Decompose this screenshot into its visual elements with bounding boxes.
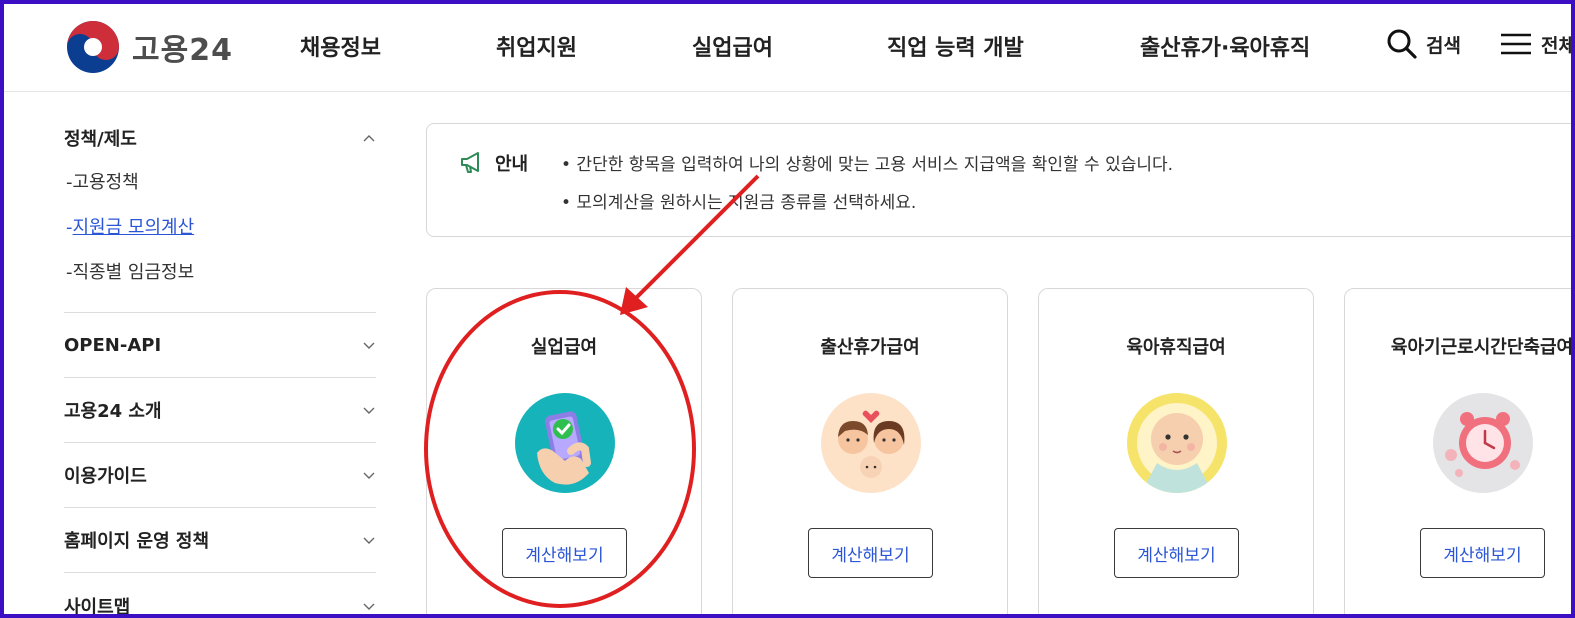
- card-title: 육아휴직급여: [1126, 337, 1226, 358]
- chevron-down-icon: [363, 603, 375, 610]
- screenshot-frame: 고용24 채용정보 취업지원 실업급여 직업 능력 개발 출산휴가·육아휴직 검…: [0, 0, 1575, 618]
- sidebar: 정책/제도 -고용정책 -지원금 모의계산 -직종별 임금정보 OPEN-API…: [64, 116, 376, 618]
- chevron-down-icon: [363, 472, 375, 479]
- nav-item-employment-support[interactable]: 취업지원: [496, 30, 577, 62]
- sidebar-group-policy[interactable]: 정책/제도: [64, 116, 376, 160]
- family-icon: [821, 393, 921, 493]
- notice-box: 안내 • 간단한 항목을 입력하여 나의 상황에 맞는 고용 서비스 지급액을 …: [426, 123, 1571, 237]
- chevron-up-icon: [363, 135, 375, 142]
- notice-header: 안내: [459, 150, 528, 176]
- sub-label: 지원금 모의계산: [72, 217, 195, 238]
- calculate-button[interactable]: 계산해보기: [1114, 528, 1239, 578]
- sidebar-item-label: 고용24 소개: [64, 401, 162, 422]
- card-reduced-hours-benefit: 육아기근로시간단축급여 계산해보기: [1344, 288, 1574, 614]
- card-title: 육아기근로시간단축급여: [1390, 337, 1574, 358]
- sidebar-sub-subsidy-calculator[interactable]: -지원금 모의계산: [64, 205, 376, 250]
- nav-item-parental-leave[interactable]: 출산휴가·육아휴직: [1140, 30, 1310, 62]
- all-menu-label: 전체: [1541, 34, 1575, 57]
- card-maternity-benefit: 출산휴가급여 계산해보기: [732, 288, 1008, 614]
- calculate-button[interactable]: 계산해보기: [808, 528, 933, 578]
- notice-line-2: • 모의계산을 원하시는 지원금 종류를 선택하세요.: [561, 193, 917, 213]
- notice-label: 안내: [495, 154, 529, 175]
- megaphone-icon: [461, 152, 479, 173]
- card-parental-leave-benefit: 육아휴직급여 계산해보기: [1038, 288, 1314, 614]
- nav-item-unemployment-benefits[interactable]: 실업급여: [692, 30, 773, 62]
- sidebar-item-sitemap[interactable]: 사이트맵: [64, 573, 376, 618]
- search-label: 검색: [1426, 34, 1461, 57]
- nav-item-skills-development[interactable]: 직업 능력 개발: [887, 30, 1024, 62]
- sidebar-item-site-policy[interactable]: 홈페이지 운영 정책: [64, 508, 376, 573]
- sidebar-sub-wage-info[interactable]: -직종별 임금정보: [64, 250, 376, 295]
- all-menu-button[interactable]: 전체: [1499, 28, 1575, 60]
- calculate-button[interactable]: 계산해보기: [502, 528, 627, 578]
- sidebar-item-label: 홈페이지 운영 정책: [64, 531, 210, 552]
- taegeuk-logo-icon: [67, 21, 119, 73]
- site-header: 고용24 채용정보 취업지원 실업급여 직업 능력 개발 출산휴가·육아휴직 검…: [4, 4, 1575, 92]
- hamburger-menu-icon: [1501, 33, 1531, 55]
- sidebar-item-open-api[interactable]: OPEN-API: [64, 313, 376, 378]
- chevron-down-icon: [363, 537, 375, 544]
- logo[interactable]: 고용24: [66, 20, 233, 74]
- nav-item-jobs[interactable]: 채용정보: [300, 30, 381, 62]
- phone-check-icon: [515, 393, 615, 493]
- sidebar-group-title: 정책/제도: [64, 129, 137, 150]
- logo-text: 고용24: [132, 33, 233, 68]
- card-title: 출산휴가급여: [820, 337, 920, 358]
- notice-line-1: • 간단한 항목을 입력하여 나의 상황에 맞는 고용 서비스 지급액을 확인할…: [561, 155, 1174, 175]
- sub-label: 직종별 임금정보: [72, 262, 195, 283]
- card-unemployment-benefit: 실업급여 계산해보기: [426, 288, 702, 614]
- chevron-down-icon: [363, 342, 375, 349]
- chevron-down-icon: [363, 407, 375, 414]
- sidebar-sub-employment-policy[interactable]: -고용정책: [64, 160, 376, 205]
- baby-icon: [1127, 393, 1227, 493]
- sidebar-item-guide[interactable]: 이용가이드: [64, 443, 376, 508]
- sub-label: 고용정책: [72, 172, 139, 193]
- alarm-clock-icon: [1433, 393, 1533, 493]
- sidebar-item-about[interactable]: 고용24 소개: [64, 378, 376, 443]
- card-title: 실업급여: [530, 337, 598, 358]
- calculate-button[interactable]: 계산해보기: [1420, 528, 1545, 578]
- sidebar-item-label: OPEN-API: [64, 334, 162, 356]
- sidebar-item-label: 이용가이드: [64, 466, 147, 487]
- search-icon: [1387, 29, 1417, 59]
- sidebar-item-label: 사이트맵: [64, 596, 131, 618]
- search-button[interactable]: 검색: [1386, 28, 1461, 60]
